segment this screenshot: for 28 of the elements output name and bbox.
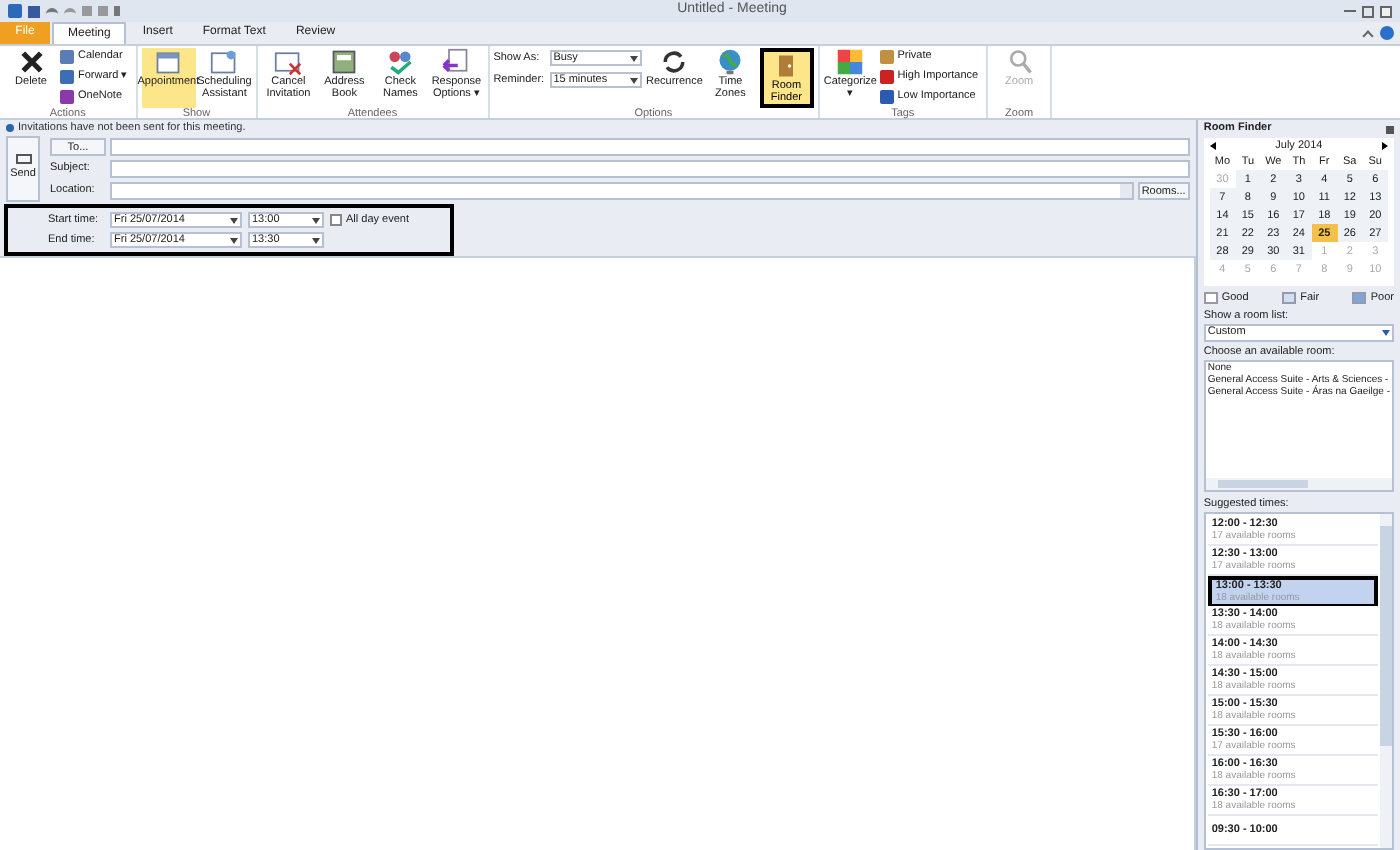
info-icon [6,124,14,132]
save-icon[interactable] [28,5,40,17]
circular-arrows-icon [660,48,689,76]
dropdown-arrow-icon[interactable] [629,55,638,62]
help-icon[interactable] [1380,26,1394,40]
restore-icon[interactable] [1362,5,1374,17]
horizontal-scrollbar[interactable] [1205,478,1392,490]
location-field[interactable] [110,181,1134,199]
to-field[interactable] [110,137,1190,155]
collapse-icon[interactable] [1362,30,1374,42]
globe-icon [716,48,745,76]
color-squares-icon [836,48,865,76]
checkbox[interactable] [330,214,342,226]
dropdown-arrow-icon[interactable] [312,217,320,223]
previous-icon[interactable] [1209,142,1216,150]
dropdown-arrow-icon[interactable] [312,237,320,243]
dropdown-arrow-icon[interactable] [230,217,238,223]
redo-icon[interactable] [64,7,76,15]
dropdown-arrow-icon[interactable] [230,237,238,243]
x-icon [17,48,45,76]
dropdown-arrow-icon[interactable] [629,77,638,84]
undo-icon[interactable] [46,7,58,15]
vertical-scrollbar[interactable] [1380,514,1392,848]
people-check-icon [386,48,415,76]
next-icon[interactable] [1381,142,1388,150]
magnifier-icon [1005,48,1034,76]
subject-field[interactable] [110,159,1190,177]
dropdown-arrow-icon[interactable] [1382,330,1390,336]
